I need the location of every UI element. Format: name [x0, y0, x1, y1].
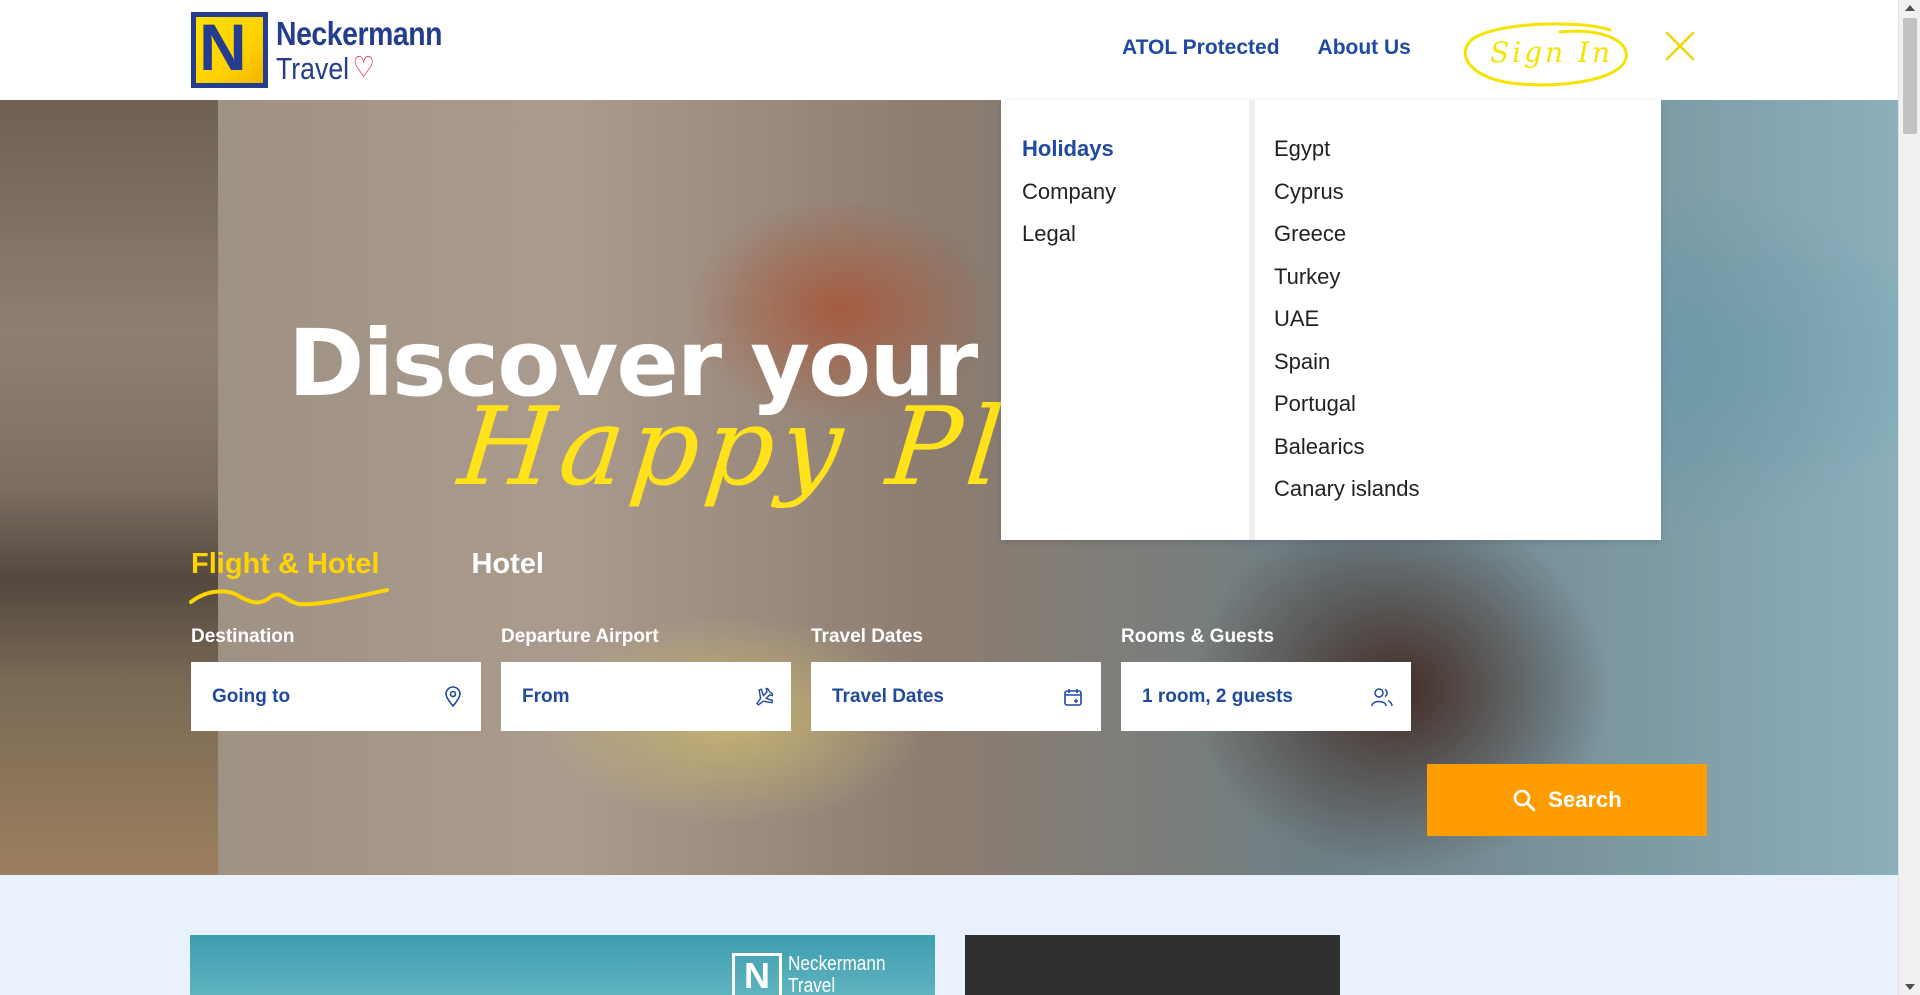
travel-dates-field: Travel Dates Travel Dates [811, 626, 1101, 731]
location-pin-icon [445, 685, 461, 707]
destination-field: Destination Going to [191, 626, 481, 731]
search-button-label: Search [1548, 787, 1622, 812]
departure-airport-label: Departure Airport [501, 626, 659, 647]
site-header: N Neckermann Travel ♡ ATOL Protected Abou… [0, 0, 1898, 100]
search-button[interactable]: Search [1427, 764, 1707, 836]
airplane-icon [756, 687, 773, 706]
menu-item-balearics[interactable]: Balearics [1274, 434, 1420, 477]
holidays-mega-menu: Holidays Company Legal Egypt Cyprus Gree… [1001, 100, 1661, 540]
nav-atol-protected[interactable]: ATOL Protected [1122, 36, 1280, 60]
close-icon[interactable] [1664, 30, 1696, 62]
scrollbar-thumb[interactable] [1903, 18, 1917, 134]
menu-item-legal[interactable]: Legal [1022, 221, 1249, 264]
heart-icon: ♡ [352, 51, 375, 84]
menu-item-egypt[interactable]: Egypt [1274, 136, 1420, 179]
search-icon [1513, 789, 1536, 812]
calendar-icon [1064, 688, 1082, 706]
promo-card-image[interactable]: N Neckermann Travel [190, 935, 935, 995]
promo-card-logo: N Neckermann Travel [732, 953, 901, 995]
departure-airport-field: Departure Airport From [501, 626, 791, 731]
departure-airport-input[interactable]: From [501, 662, 791, 731]
tab-flight-hotel[interactable]: Flight & Hotel [189, 548, 389, 607]
main-nav: ATOL Protected About Us [1122, 36, 1411, 60]
search-tabs: Flight & Hotel Hotel [189, 548, 544, 607]
sign-in-label: Sign In [1490, 36, 1614, 69]
menu-item-uae[interactable]: UAE [1274, 306, 1420, 349]
menu-destinations: Egypt Cyprus Greece Turkey UAE Spain Por… [1255, 100, 1420, 540]
promo-card-dark[interactable] [965, 935, 1340, 995]
promo-section: N Neckermann Travel [0, 875, 1898, 995]
rooms-guests-label: Rooms & Guests [1121, 626, 1275, 647]
destination-input[interactable]: Going to [191, 662, 481, 731]
menu-item-company[interactable]: Company [1022, 179, 1249, 222]
sign-in-button[interactable]: Sign In [1460, 18, 1628, 87]
menu-item-greece[interactable]: Greece [1274, 221, 1420, 264]
active-tab-squiggle [189, 588, 389, 607]
tab-hotel[interactable]: Hotel [471, 548, 544, 581]
logo-line1: Neckermann [276, 14, 443, 52]
menu-item-cyprus[interactable]: Cyprus [1274, 179, 1420, 222]
menu-item-canary-islands[interactable]: Canary islands [1274, 476, 1420, 519]
travel-dates-input[interactable]: Travel Dates [811, 662, 1101, 731]
menu-item-spain[interactable]: Spain [1274, 349, 1420, 392]
scroll-up-icon[interactable] [1905, 5, 1915, 11]
search-form: Destination Going to Departure Airport F… [191, 626, 1411, 731]
travel-dates-label: Travel Dates [811, 626, 923, 647]
rooms-guests-field: Rooms & Guests 1 room, 2 guests [1121, 626, 1411, 731]
menu-categories: Holidays Company Legal [1001, 100, 1255, 540]
scroll-down-icon[interactable] [1905, 984, 1915, 990]
logo-line2: Travel [276, 50, 350, 86]
neckermann-logo[interactable]: N Neckermann Travel ♡ [191, 12, 469, 88]
page-scrollbar[interactable] [1898, 0, 1920, 995]
menu-item-portugal[interactable]: Portugal [1274, 391, 1420, 434]
rooms-guests-input[interactable]: 1 room, 2 guests [1121, 662, 1411, 731]
guests-icon [1371, 687, 1393, 706]
destination-label: Destination [191, 626, 295, 647]
logo-mark: N [191, 12, 268, 88]
menu-item-holidays[interactable]: Holidays [1022, 136, 1249, 179]
menu-item-turkey[interactable]: Turkey [1274, 264, 1420, 307]
nav-about-us[interactable]: About Us [1318, 36, 1411, 60]
